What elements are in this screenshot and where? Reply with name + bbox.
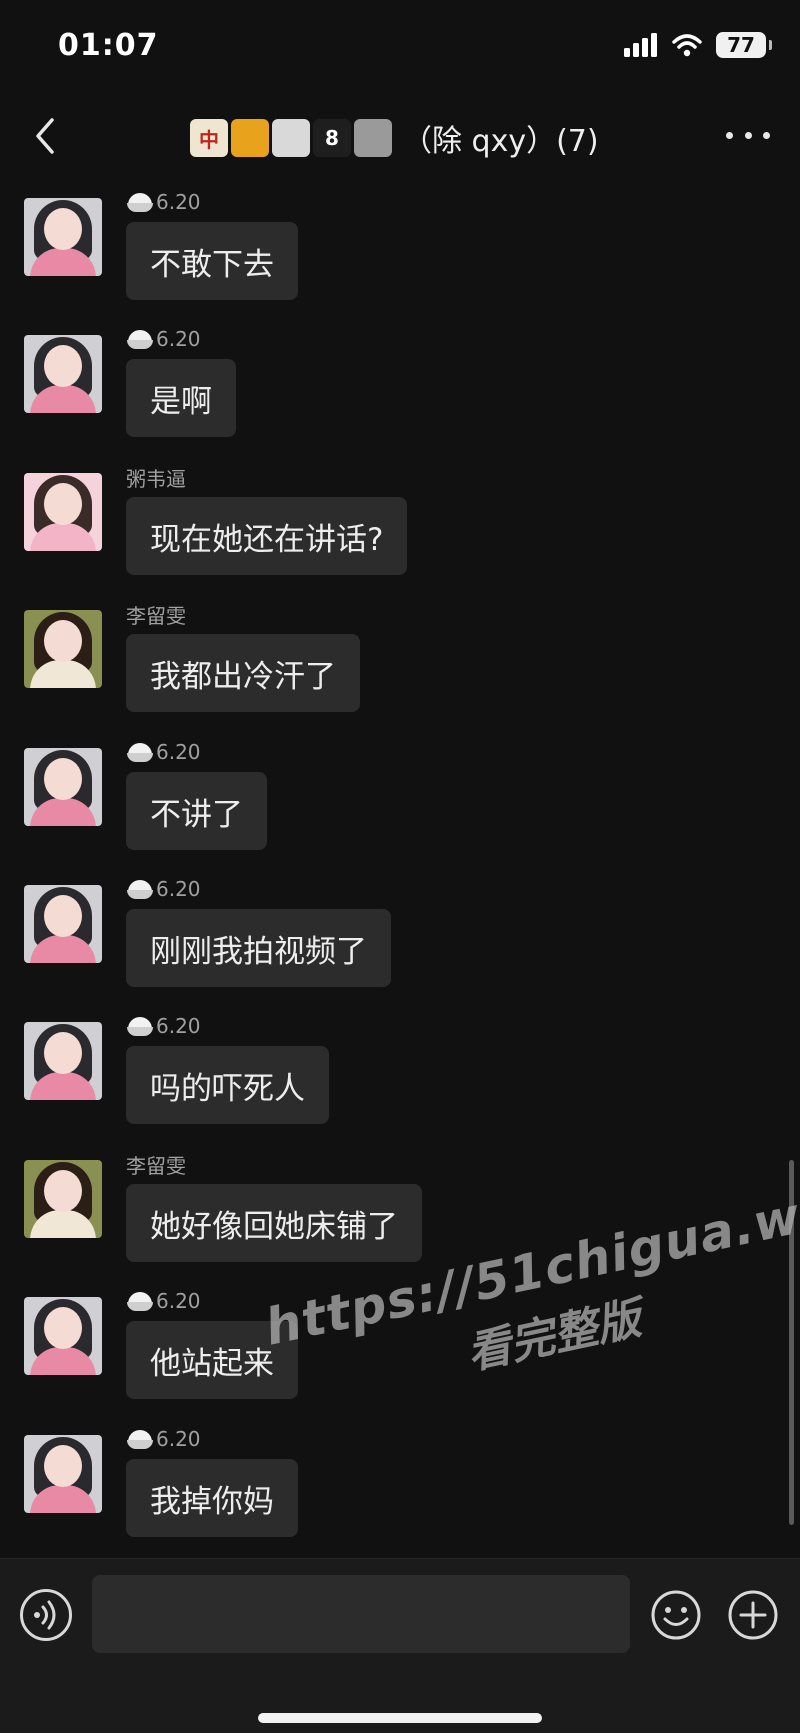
- home-indicator[interactable]: [258, 1713, 542, 1723]
- message-row: 6.20 是啊: [0, 321, 800, 458]
- rice-bowl-icon: [126, 1290, 154, 1312]
- camera-icon: [354, 119, 392, 157]
- message-row: 6.20 他站起来: [0, 1283, 800, 1420]
- message-scrollbar[interactable]: [789, 1160, 794, 1525]
- message-bubble[interactable]: 我掉你妈: [126, 1459, 298, 1537]
- sender-avatar[interactable]: [24, 1022, 102, 1100]
- message-row: 粥韦逼现在她还在讲话?: [0, 459, 800, 596]
- status-time: 01:07: [58, 28, 159, 63]
- sender-name: 6.20: [126, 1012, 201, 1040]
- rice-bowl-icon: [126, 328, 154, 350]
- sender-name: 6.20: [126, 1425, 201, 1453]
- more-functions-button[interactable]: [727, 1589, 779, 1641]
- sender-name-text: 6.20: [156, 327, 201, 351]
- message-bubble[interactable]: 她好像回她床铺了: [126, 1184, 422, 1262]
- message-input[interactable]: [92, 1575, 630, 1653]
- message-list[interactable]: 6.20 不敢下去 6.20 是啊 粥韦逼 现在她还在讲话? 李留雯 我都出冷汗了 6.20 不讲…: [0, 184, 800, 1558]
- message-row: 李留雯 我都出冷汗了: [0, 596, 800, 733]
- message-bubble[interactable]: 我都出冷汗了: [126, 634, 360, 712]
- sender-name-text: 6.20: [156, 1014, 201, 1038]
- group-title: 中8 （除 qxy）(7): [190, 116, 599, 160]
- rice-bowl-icon: [126, 191, 154, 213]
- emoji-button[interactable]: [650, 1589, 702, 1641]
- smoking-icon: [272, 119, 310, 157]
- message-row: 6.20 不敢下去: [0, 184, 800, 321]
- message-bubble[interactable]: 是啊: [126, 359, 236, 437]
- sender-name-text: 粥韦逼: [126, 466, 186, 491]
- sender-avatar[interactable]: [24, 885, 102, 963]
- sender-avatar[interactable]: [24, 198, 102, 276]
- billiard-8-ball-icon: 8: [313, 119, 351, 157]
- sender-name-text: 李留雯: [126, 1153, 186, 1178]
- more-dot-icon: [726, 131, 733, 139]
- cellular-signal-icon: [624, 33, 657, 57]
- rice-bowl-icon: [126, 878, 154, 900]
- sender-name: 6.20: [126, 188, 201, 216]
- rice-bowl-icon: [126, 1015, 154, 1037]
- status-indicators: 77: [624, 32, 772, 58]
- status-bar: 01:07 77: [0, 0, 800, 96]
- sender-name: 6.20: [126, 1287, 201, 1315]
- message-bubble[interactable]: 现在她还在讲话?: [126, 497, 408, 575]
- sender-name-text: 6.20: [156, 877, 201, 901]
- beer-mug-icon: [231, 119, 269, 157]
- sender-avatar[interactable]: [24, 1297, 102, 1375]
- message-row: 6.20 刚刚我拍视频了: [0, 871, 800, 1008]
- message-bubble[interactable]: 刚刚我拍视频了: [126, 909, 391, 987]
- message-row: 6.20 吗的吓死人: [0, 1008, 800, 1145]
- message-row: 6.20 不讲了: [0, 734, 800, 871]
- chat-header: 中8 （除 qxy）(7): [0, 96, 800, 178]
- more-dot-icon: [763, 131, 770, 139]
- sender-name-text: 6.20: [156, 740, 201, 764]
- rice-bowl-icon: [126, 741, 154, 763]
- message-bubble[interactable]: 不敢下去: [126, 222, 298, 300]
- sender-name: 李留雯: [126, 1150, 186, 1178]
- sender-name: 6.20: [126, 325, 201, 353]
- group-emoji-row: 中8: [190, 119, 392, 157]
- sender-avatar[interactable]: [24, 1160, 102, 1238]
- message-row: 6.20 我掉你妈: [0, 1421, 800, 1558]
- input-bar: [0, 1558, 800, 1733]
- battery-level: 77: [727, 33, 755, 57]
- sender-name-text: 6.20: [156, 1427, 201, 1451]
- message-bubble[interactable]: 他站起来: [126, 1321, 298, 1399]
- sender-avatar[interactable]: [24, 610, 102, 688]
- message-row: 李留雯她好像回她床铺了: [0, 1146, 800, 1283]
- wifi-icon: [672, 34, 702, 57]
- sender-name: 李留雯: [126, 600, 186, 628]
- sender-avatar[interactable]: [24, 335, 102, 413]
- group-title-text: （除 qxy）(7): [402, 124, 599, 159]
- rice-bowl-icon: [126, 1428, 154, 1450]
- sender-name-text: 6.20: [156, 1289, 201, 1313]
- sender-name: 6.20: [126, 738, 201, 766]
- back-button[interactable]: [26, 114, 66, 158]
- sender-name-text: 6.20: [156, 190, 201, 214]
- sender-avatar[interactable]: [24, 748, 102, 826]
- sender-avatar[interactable]: [24, 473, 102, 551]
- sender-name: 粥韦逼: [126, 463, 186, 491]
- mahjong-red-dragon-icon: 中: [190, 119, 228, 157]
- sender-avatar[interactable]: [24, 1435, 102, 1513]
- message-bubble[interactable]: 不讲了: [126, 772, 267, 850]
- sender-name: 6.20: [126, 875, 201, 903]
- message-bubble[interactable]: 吗的吓死人: [126, 1046, 329, 1124]
- battery-icon: 77: [716, 32, 772, 58]
- sender-name-text: 李留雯: [126, 603, 186, 628]
- more-dot-icon: [744, 131, 752, 139]
- more-options-button[interactable]: [726, 124, 770, 146]
- voice-input-button[interactable]: [20, 1589, 72, 1641]
